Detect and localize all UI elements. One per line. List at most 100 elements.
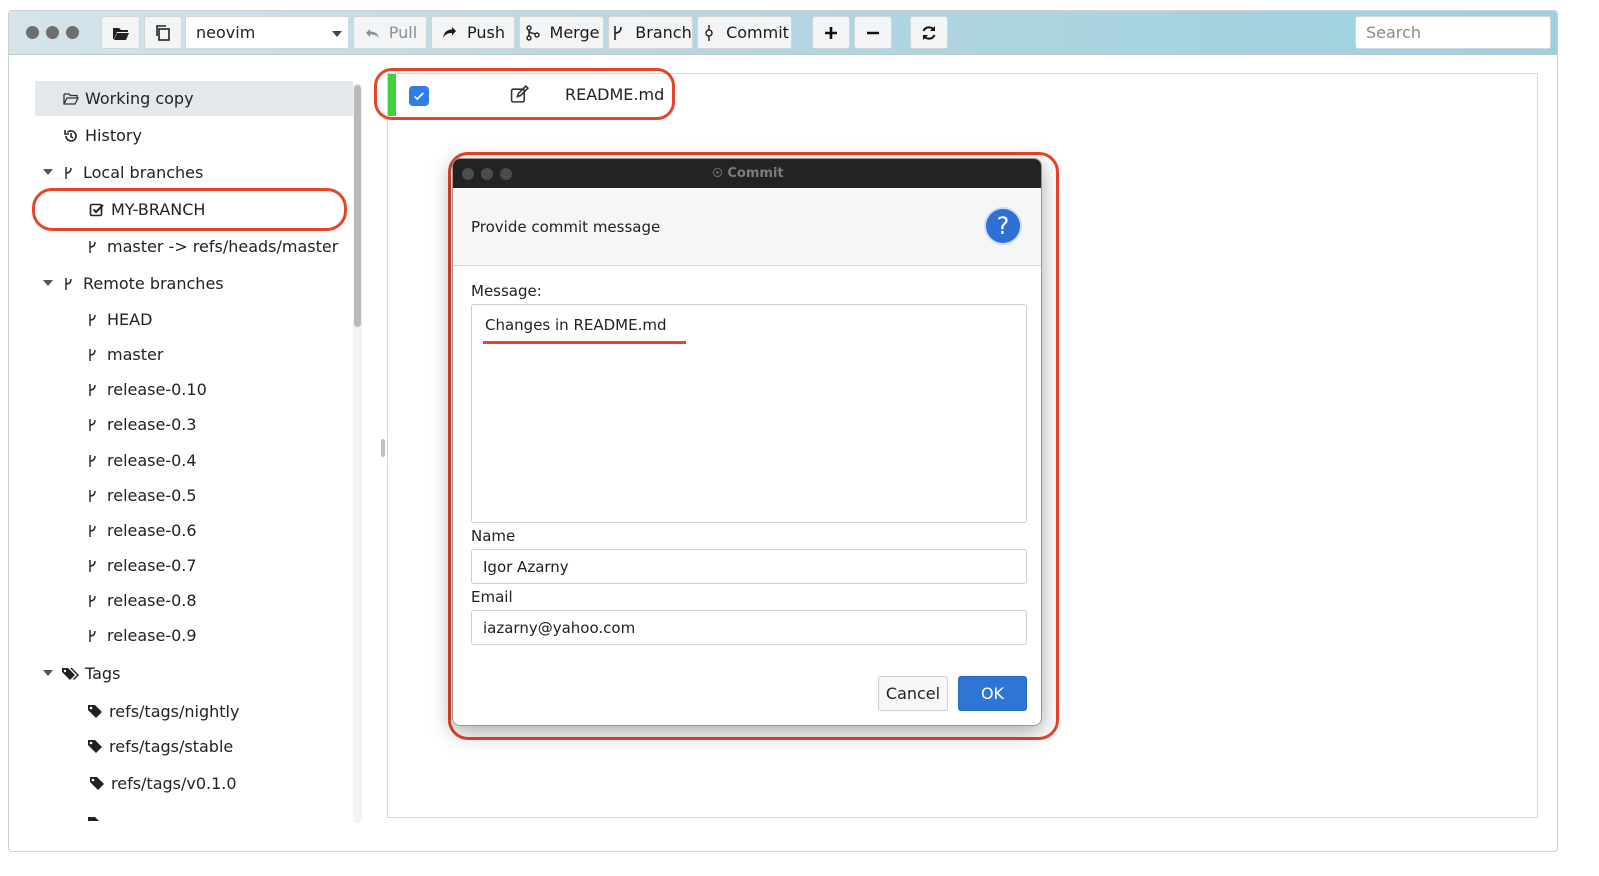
name-field-value: Igor Azarny (483, 557, 569, 576)
email-label: Email (471, 588, 513, 606)
sidebar-item-remote-branch[interactable]: release-0.9 (35, 618, 353, 653)
sidebar-item-tag[interactable]: refs/tags/stable (35, 729, 353, 764)
ok-button[interactable]: OK (958, 676, 1027, 711)
pull-button[interactable]: Pull (353, 16, 427, 49)
merge-label: Merge (549, 23, 600, 42)
push-button[interactable]: Push (431, 16, 515, 49)
sidebar-item-tag[interactable]: refs/tags/nightly (35, 694, 353, 729)
annotation-highlight-branch (32, 188, 347, 231)
commit-label: Commit (726, 23, 789, 42)
window-zoom-button[interactable] (66, 26, 79, 39)
tag-icon (90, 776, 104, 790)
email-field-value: iazarny@yahoo.com (483, 618, 636, 637)
merge-button[interactable]: Merge (519, 16, 604, 49)
sidebar-item-label: refs/tags/nightly (109, 702, 240, 721)
folder-open-icon (63, 92, 79, 105)
annotation-highlight-file (374, 68, 675, 120)
sidebar-item-remote-branch[interactable]: release-0.4 (35, 443, 353, 478)
sidebar-item-branch[interactable]: master -> refs/heads/master (35, 229, 353, 264)
sidebar-item-remote-branch[interactable]: master (35, 337, 353, 372)
sidebar-item-remote-branch[interactable]: release-0.8 (35, 583, 353, 618)
tags-header[interactable]: Tags (35, 656, 353, 691)
commit-dialog: Commit Provide commit message ? Message:… (452, 158, 1042, 726)
dialog-title: Commit (453, 166, 1041, 181)
tag-icon (88, 704, 102, 718)
app-logo-icon (713, 167, 723, 178)
remote-branches-header[interactable]: Remote branches (35, 266, 353, 301)
sidebar-item-label: master (107, 345, 164, 364)
branch-icon (89, 559, 96, 572)
sidebar-item-label: release-0.7 (107, 556, 197, 575)
help-button[interactable]: ? (984, 207, 1022, 245)
sidebar-item-label: refs/tags/v0.1.0 (111, 774, 237, 793)
branch-icon (89, 629, 96, 642)
repo-select[interactable]: neovim (185, 16, 349, 49)
refresh-button[interactable] (910, 16, 948, 49)
local-branches-header[interactable]: Local branches (35, 155, 353, 190)
commit-message-textarea[interactable]: Changes in README.md (471, 304, 1027, 523)
question-mark-icon: ? (996, 212, 1010, 240)
sidebar-item-remote-branch[interactable]: release-0.5 (35, 478, 353, 513)
open-repo-button[interactable] (101, 16, 140, 49)
clone-repo-button[interactable] (144, 16, 182, 49)
sidebar-item-remote-branch[interactable]: release-0.10 (35, 372, 353, 407)
branch-icon (614, 25, 623, 40)
branch-button[interactable]: Branch (608, 16, 693, 49)
sidebar-item-label: release-0.8 (107, 591, 197, 610)
sidebar-item-label: Tags (85, 664, 121, 683)
sidebar-item-remote-branch[interactable]: HEAD (35, 302, 353, 337)
sidebar-item-label: release-0.10 (107, 380, 207, 399)
branch-icon (89, 489, 96, 502)
commit-icon (705, 24, 713, 41)
sidebar-item-label: release-0.5 (107, 486, 197, 505)
name-field[interactable]: Igor Azarny (471, 549, 1027, 584)
toolbar: neovim Pull Push Merge Branch Commit (9, 11, 1557, 55)
chevron-down-icon[interactable] (43, 670, 53, 676)
sidebar-item-label: Local branches (83, 163, 204, 182)
refresh-icon (922, 25, 936, 40)
chevron-down-icon[interactable] (43, 280, 53, 286)
minus-icon (867, 31, 879, 34)
window-minimize-button[interactable] (46, 26, 59, 39)
branch-icon (65, 277, 72, 290)
remove-button[interactable] (854, 16, 892, 49)
dialog-prompt: Provide commit message (471, 218, 661, 236)
sidebar-item-remote-branch[interactable]: release-0.7 (35, 548, 353, 583)
sidebar-item-label: Working copy (85, 89, 194, 108)
sidebar-item-tag-partial[interactable] (35, 806, 353, 821)
merge-icon (525, 24, 540, 41)
annotation-underline-message (483, 341, 686, 344)
name-label: Name (471, 527, 516, 545)
add-button[interactable] (812, 16, 850, 49)
sidebar-item-label: History (85, 126, 142, 145)
dialog-titlebar[interactable]: Commit (453, 159, 1041, 188)
sidebar-item-history[interactable]: History (35, 118, 353, 153)
sidebar-item-working-copy[interactable]: Working copy (35, 81, 353, 116)
pane-splitter-handle[interactable] (381, 439, 385, 457)
branch-icon (89, 348, 96, 361)
history-icon (64, 129, 77, 142)
cancel-button[interactable]: Cancel (878, 676, 948, 711)
window-close-button[interactable] (26, 26, 39, 39)
repo-select-value: neovim (196, 23, 256, 42)
redo-arrow-icon (443, 26, 456, 38)
folder-open-icon (112, 27, 129, 40)
push-label: Push (467, 23, 505, 42)
branch-icon (89, 313, 96, 326)
chevron-down-icon[interactable] (43, 169, 53, 175)
tag-icon (88, 739, 102, 753)
sidebar-item-tag[interactable]: refs/tags/v0.1.0 (35, 766, 353, 801)
sidebar-item-label: release-0.3 (107, 415, 197, 434)
commit-message-text: Changes in README.md (485, 316, 667, 334)
sidebar-item-label: release-0.4 (107, 451, 197, 470)
commit-button[interactable]: Commit (697, 16, 792, 49)
dialog-header: Provide commit message ? (453, 188, 1041, 266)
email-field[interactable]: iazarny@yahoo.com (471, 610, 1027, 645)
sidebar-item-remote-branch[interactable]: release-0.6 (35, 513, 353, 548)
branch-icon (89, 524, 96, 537)
branch-icon (89, 454, 96, 467)
sidebar-item-label: release-0.9 (107, 626, 197, 645)
search-input[interactable] (1355, 16, 1551, 49)
sidebar-item-remote-branch[interactable]: release-0.3 (35, 407, 353, 442)
undo-arrow-icon (365, 28, 379, 38)
